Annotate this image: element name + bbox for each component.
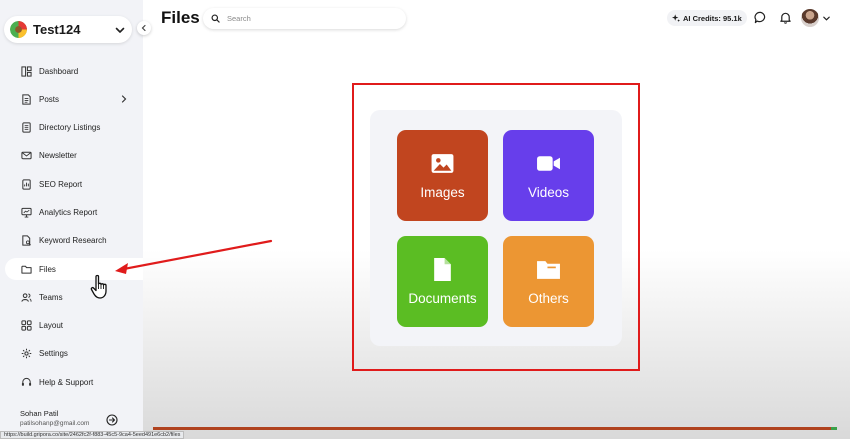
progress-bar-end <box>831 427 837 430</box>
sidebar: Test124 Dashboard Posts Directory Listin… <box>0 0 151 439</box>
dashboard-icon <box>21 65 32 77</box>
sidebar-item-label: Layout <box>39 321 64 331</box>
analytics-icon <box>21 207 32 218</box>
seo-report-icon <box>21 179 32 190</box>
settings-icon <box>21 348 32 359</box>
teams-icon <box>21 292 32 303</box>
workspace-logo-icon <box>10 21 27 38</box>
search-input[interactable] <box>227 14 387 23</box>
sidebar-item-help-support[interactable]: Help & Support <box>0 371 143 393</box>
sidebar-item-label: Directory Listings <box>39 123 101 133</box>
newsletter-icon <box>21 150 32 161</box>
user-name: Sohan Patil <box>20 409 59 418</box>
workspace-name: Test124 <box>33 22 81 37</box>
collapse-sidebar-button[interactable] <box>137 21 151 35</box>
bell-icon[interactable] <box>779 11 792 24</box>
search-bar[interactable] <box>203 8 406 29</box>
sidebar-item-label: Dashboard <box>39 66 79 76</box>
sidebar-item-label: Teams <box>39 292 63 302</box>
chevron-left-icon <box>141 24 146 32</box>
sidebar-item-label: Files <box>39 264 56 274</box>
sidebar-item-label: Newsletter <box>39 151 77 161</box>
search-icon <box>211 14 220 23</box>
ai-credits-badge[interactable]: AI Credits: 95.1k <box>667 10 747 26</box>
sidebar-item-layout[interactable]: Layout <box>0 315 143 337</box>
sidebar-item-seo-report[interactable]: SEO Report <box>0 173 143 195</box>
sidebar-item-posts[interactable]: Posts <box>0 88 143 110</box>
page-title: Files <box>161 8 200 27</box>
sidebar-nav: Dashboard Posts Directory Listings Newsl… <box>0 60 143 400</box>
folder-icon <box>21 264 32 275</box>
avatar[interactable] <box>801 9 819 27</box>
sidebar-item-label: Posts <box>39 94 60 104</box>
sidebar-item-label: SEO Report <box>39 179 83 189</box>
help-icon <box>21 377 32 388</box>
sidebar-item-directory-listings[interactable]: Directory Listings <box>0 117 143 139</box>
sidebar-item-teams[interactable]: Teams <box>0 286 143 308</box>
sidebar-item-settings[interactable]: Settings <box>0 343 143 365</box>
chevron-right-icon <box>121 95 127 103</box>
sidebar-item-newsletter[interactable]: Newsletter <box>0 145 143 167</box>
browser-status-url: https://build.gripora.co/site/2462fc2f-f… <box>0 431 185 439</box>
highlight-box <box>352 83 640 371</box>
sidebar-item-label: Keyword Research <box>39 236 107 246</box>
workspace-switcher[interactable]: Test124 <box>4 16 132 43</box>
user-email: patilsohanp@gmail.com <box>20 420 90 427</box>
directory-icon <box>21 122 32 133</box>
chevron-down-icon <box>115 27 125 33</box>
progress-bar <box>153 427 837 430</box>
logout-icon[interactable] <box>106 414 118 426</box>
ai-credits-label: AI Credits: 95.1k <box>683 13 742 23</box>
sidebar-item-label: Settings <box>39 349 68 359</box>
chat-icon[interactable] <box>754 11 767 24</box>
annotation-arrow-icon <box>115 239 273 274</box>
chevron-down-icon[interactable] <box>822 14 831 23</box>
keyword-research-icon <box>21 235 32 246</box>
hand-cursor-icon <box>90 274 107 299</box>
sidebar-item-label: Analytics Report <box>39 207 98 217</box>
user-profile: Sohan Patil patilsohanp@gmail.com <box>20 409 89 427</box>
sidebar-item-label: Help & Support <box>39 377 94 387</box>
layout-icon <box>21 320 32 331</box>
posts-icon <box>21 94 32 105</box>
sidebar-item-analytics-report[interactable]: Analytics Report <box>0 201 143 223</box>
sidebar-item-dashboard[interactable]: Dashboard <box>0 60 143 82</box>
sparkle-icon <box>672 14 680 22</box>
